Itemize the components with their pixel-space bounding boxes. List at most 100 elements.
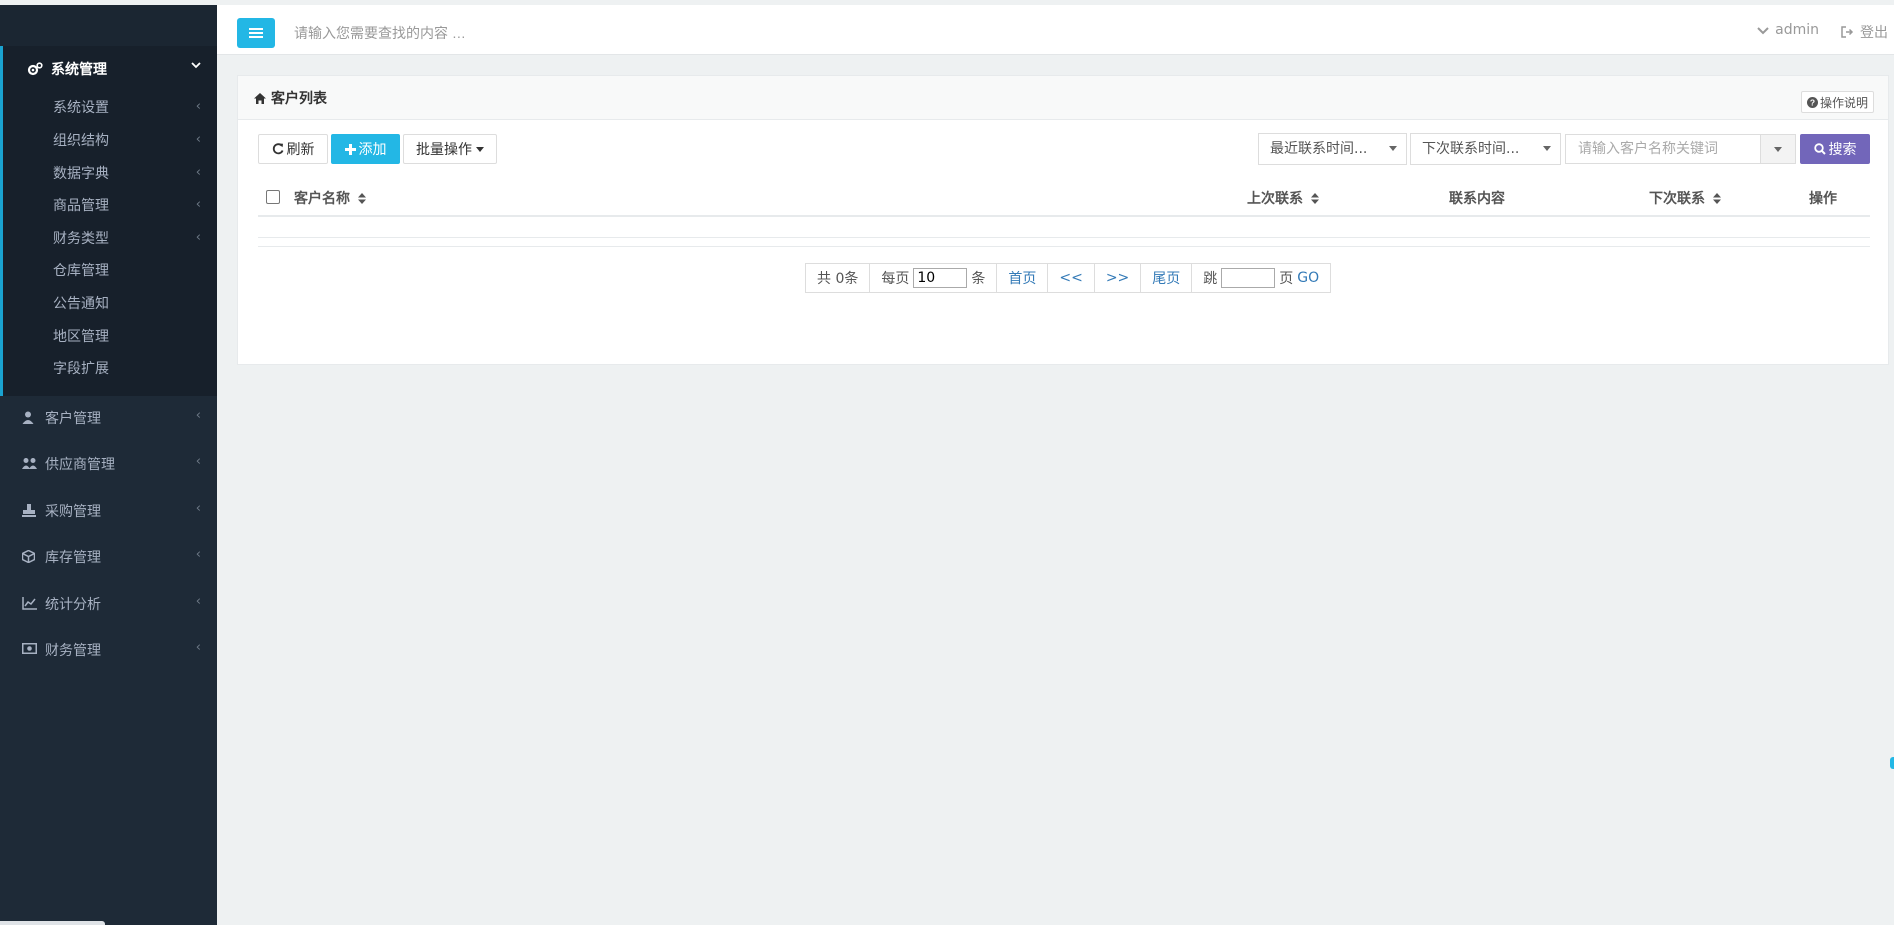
user-icon bbox=[22, 411, 34, 424]
go-button[interactable]: GO bbox=[1297, 270, 1319, 286]
cogs-icon bbox=[27, 62, 43, 76]
sort-icon bbox=[1713, 192, 1721, 204]
chevron-left-icon: ‹ bbox=[195, 408, 201, 423]
topbar: admin 登出 bbox=[217, 5, 1894, 55]
sidebar-item-customer[interactable]: 客户管理 ‹ bbox=[0, 396, 217, 442]
stamp-icon bbox=[22, 504, 36, 517]
plus-icon bbox=[344, 143, 356, 155]
keyword-options-dropdown[interactable] bbox=[1760, 134, 1796, 164]
page-title: 客户列表 bbox=[254, 88, 327, 108]
sidebar-item-statistics[interactable]: 统计分析 ‹ bbox=[0, 582, 217, 628]
sidebar-item-purchase[interactable]: 采购管理 ‹ bbox=[0, 489, 217, 535]
sidebar-item-label: 统计分析 bbox=[45, 597, 101, 613]
select-all-checkbox[interactable] bbox=[266, 190, 280, 204]
sidebar: 系统管理 系统设置 ‹ 组织结构 ‹ 数据字典 ‹ 商品管理 ‹ 财务类型 ‹ … bbox=[0, 0, 217, 925]
column-header-last-contact[interactable]: 上次联系 bbox=[1247, 188, 1319, 208]
sort-icon bbox=[1311, 192, 1319, 204]
sidebar-item-label: 供应商管理 bbox=[45, 457, 115, 473]
sidebar-item-label: 财务管理 bbox=[45, 643, 101, 659]
keyword-search-input[interactable] bbox=[1565, 134, 1761, 164]
refresh-icon bbox=[272, 143, 283, 155]
page-jump-input[interactable] bbox=[1221, 268, 1276, 288]
chevron-left-icon: ‹ bbox=[195, 99, 201, 114]
line-chart-icon bbox=[22, 597, 37, 610]
customer-list-panel: 客户列表 ? 操作说明 刷新 添加 批量操作 最近联系时间... 下次联系时间.… bbox=[237, 75, 1889, 365]
chevron-down-icon bbox=[1757, 26, 1769, 34]
bars-icon bbox=[249, 28, 263, 38]
last-page-link[interactable]: 尾页 bbox=[1140, 263, 1193, 293]
add-button[interactable]: 添加 bbox=[331, 134, 400, 164]
column-header-content: 联系内容 bbox=[1449, 191, 1505, 207]
sidebar-item-inventory[interactable]: 库存管理 ‹ bbox=[0, 535, 217, 581]
page-size-input[interactable] bbox=[913, 268, 968, 288]
logout-label: 登出 bbox=[1860, 25, 1888, 41]
first-page-link[interactable]: 首页 bbox=[996, 263, 1049, 293]
column-header-actions: 操作 bbox=[1809, 191, 1837, 207]
column-header-next-contact[interactable]: 下次联系 bbox=[1649, 188, 1721, 208]
chevron-left-icon: ‹ bbox=[195, 165, 201, 180]
sidebar-item-label: 客户管理 bbox=[45, 411, 101, 427]
chevron-left-icon: ‹ bbox=[195, 547, 201, 562]
batch-actions-dropdown[interactable]: 批量操作 bbox=[403, 134, 497, 164]
search-icon bbox=[1813, 143, 1826, 155]
help-button[interactable]: ? 操作说明 bbox=[1800, 91, 1874, 113]
caret-down-icon bbox=[1543, 146, 1551, 151]
home-icon bbox=[254, 92, 266, 104]
chevron-left-icon: ‹ bbox=[195, 501, 201, 516]
money-icon bbox=[22, 643, 37, 654]
caret-down-icon bbox=[1389, 146, 1397, 151]
users-icon bbox=[22, 458, 37, 469]
sidebar-item-supplier[interactable]: 供应商管理 ‹ bbox=[0, 442, 217, 488]
chevron-left-icon: ‹ bbox=[195, 640, 201, 655]
column-header-name[interactable]: 客户名称 bbox=[294, 188, 366, 208]
caret-down-icon bbox=[476, 146, 484, 152]
sidebar-group-label: 系统管理 bbox=[51, 62, 107, 78]
pagination: 共 0条 每页 条 首页 << >> 尾页 跳 页 GO bbox=[805, 263, 1332, 293]
sidebar-item-org[interactable]: 组织结构 bbox=[53, 131, 109, 151]
sidebar-item-notice[interactable]: 公告通知 bbox=[53, 294, 109, 314]
sidebar-item-goods[interactable]: 商品管理 bbox=[53, 196, 109, 216]
logout-link[interactable]: 登出 bbox=[1841, 22, 1888, 42]
sign-out-icon bbox=[1841, 26, 1854, 38]
table-empty-row bbox=[258, 237, 1870, 238]
chevron-left-icon: ‹ bbox=[195, 454, 201, 469]
next-page-link[interactable]: >> bbox=[1093, 263, 1142, 293]
chevron-left-icon: ‹ bbox=[195, 230, 201, 245]
sidebar-group-system-toggle[interactable]: 系统管理 bbox=[27, 58, 107, 80]
table-divider bbox=[258, 246, 1870, 247]
sidebar-footer-bar bbox=[0, 921, 105, 925]
question-circle-icon: ? bbox=[1806, 96, 1818, 108]
next-contact-filter[interactable]: 下次联系时间... bbox=[1410, 133, 1561, 165]
username: admin bbox=[1775, 22, 1819, 38]
sidebar-header bbox=[0, 0, 217, 46]
svg-text:?: ? bbox=[1810, 97, 1815, 107]
search-button[interactable]: 搜索 bbox=[1800, 134, 1870, 164]
last-contact-filter[interactable]: 最近联系时间... bbox=[1258, 133, 1407, 165]
sidebar-group-system: 系统管理 系统设置 ‹ 组织结构 ‹ 数据字典 ‹ 商品管理 ‹ 财务类型 ‹ … bbox=[0, 46, 217, 396]
sidebar-item-dictionary[interactable]: 数据字典 bbox=[53, 164, 109, 184]
global-search-input[interactable] bbox=[292, 19, 796, 47]
menu-toggle-button[interactable] bbox=[237, 18, 275, 48]
chevron-left-icon: ‹ bbox=[195, 197, 201, 212]
sort-icon bbox=[358, 192, 366, 204]
chevron-left-icon: ‹ bbox=[195, 594, 201, 609]
table-header: 客户名称 上次联系 联系内容 下次联系 操作 bbox=[258, 179, 1870, 217]
sidebar-item-label: 库存管理 bbox=[45, 550, 101, 566]
sidebar-item-warehouse[interactable]: 仓库管理 bbox=[53, 261, 109, 281]
refresh-button[interactable]: 刷新 bbox=[258, 134, 328, 164]
prev-page-link[interactable]: << bbox=[1047, 263, 1095, 293]
sidebar-item-label: 采购管理 bbox=[45, 504, 101, 520]
side-scroll-marker bbox=[1890, 757, 1894, 769]
sidebar-item-field-ext[interactable]: 字段扩展 bbox=[53, 359, 109, 379]
caret-down-icon bbox=[1774, 146, 1782, 152]
sidebar-item-region[interactable]: 地区管理 bbox=[53, 327, 109, 347]
page-size: 每页 条 bbox=[869, 263, 998, 293]
chevron-left-icon: ‹ bbox=[195, 132, 201, 147]
sidebar-item-finance[interactable]: 财务管理 ‹ bbox=[0, 628, 217, 674]
sidebar-item-finance-type[interactable]: 财务类型 bbox=[53, 229, 109, 249]
sidebar-item-system-settings[interactable]: 系统设置 bbox=[53, 98, 109, 118]
panel-header: 客户列表 ? 操作说明 bbox=[238, 76, 1888, 120]
cube-icon bbox=[22, 550, 35, 563]
user-menu[interactable]: admin bbox=[1757, 22, 1819, 38]
page-jump: 跳 页 GO bbox=[1191, 263, 1332, 293]
